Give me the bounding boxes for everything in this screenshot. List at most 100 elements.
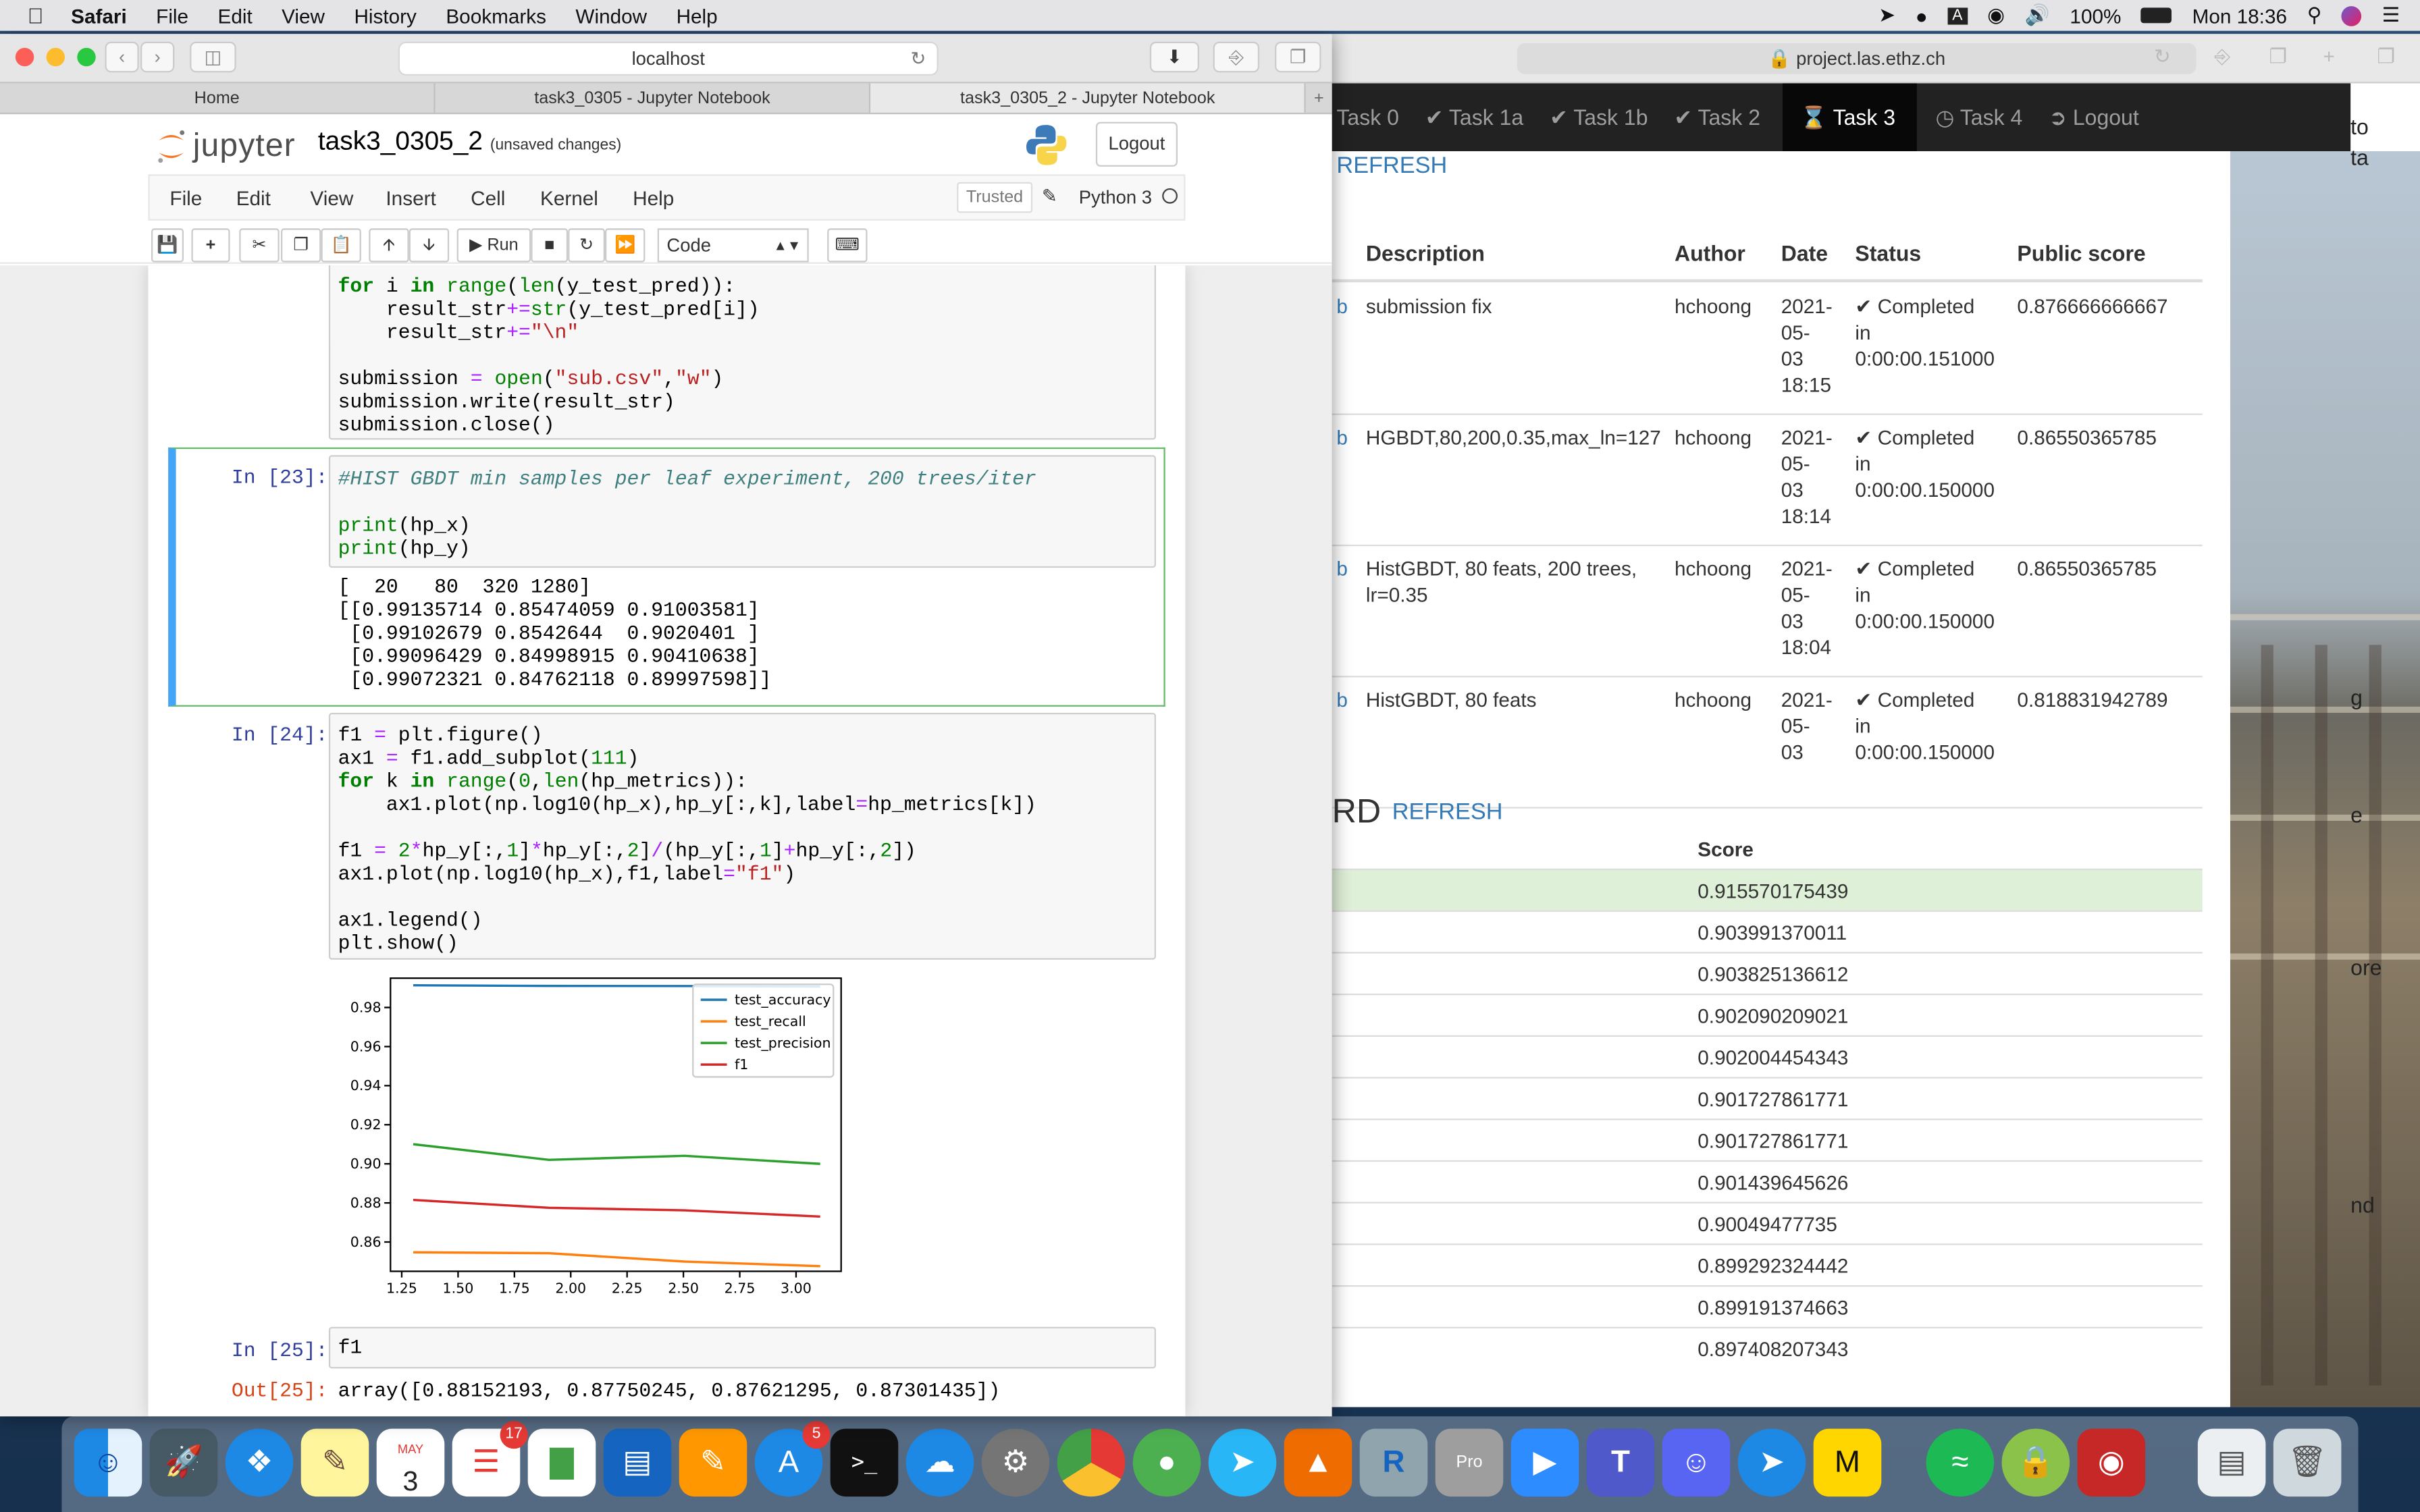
pro-app-icon[interactable]: Pro bbox=[1435, 1428, 1504, 1497]
restart-icon[interactable]: ↻ bbox=[568, 228, 606, 263]
copy-icon[interactable]: ❐ bbox=[281, 228, 321, 263]
jmenu-help[interactable]: Help bbox=[633, 187, 674, 210]
zoom-window-button[interactable] bbox=[77, 47, 96, 67]
tabs-overview-icon[interactable]: ❐ bbox=[2258, 45, 2298, 72]
nav-task-1b[interactable]: ✔ Task 1b bbox=[1545, 83, 1669, 151]
move-up-icon[interactable]: 🡩 bbox=[369, 228, 409, 263]
menu-history[interactable]: History bbox=[354, 4, 416, 27]
reload-icon[interactable]: ↻ bbox=[910, 43, 926, 76]
sidebar-toggle-icon[interactable]: ◫ bbox=[190, 41, 236, 73]
tab-task3-0305-2[interactable]: task3_0305_2 - Jupyter Notebook bbox=[870, 83, 1307, 113]
downloads-icon[interactable]: ⬇ bbox=[1149, 41, 1200, 73]
calendar-icon[interactable]: MAY 3 bbox=[376, 1428, 445, 1497]
messenger-icon[interactable]: ➤ bbox=[1737, 1428, 1806, 1497]
nav-task-0[interactable]: Task 0 bbox=[1332, 83, 1421, 151]
back-button[interactable]: ‹ bbox=[105, 41, 139, 73]
teams-icon[interactable]: T bbox=[1586, 1428, 1655, 1497]
insert-cell-icon[interactable]: + bbox=[191, 228, 230, 263]
battery-percentage[interactable]: 100% bbox=[2070, 4, 2121, 27]
telegram-status-icon[interactable]: ➤ bbox=[1878, 3, 1895, 28]
nav-task-1a[interactable]: ✔ Task 1a bbox=[1421, 83, 1545, 151]
nav-task-3[interactable]: ⌛ Task 3 bbox=[1782, 83, 1918, 152]
jmenu-kernel[interactable]: Kernel bbox=[540, 187, 598, 210]
trash-icon[interactable]: 🗑 bbox=[2273, 1428, 2342, 1497]
trusted-indicator[interactable]: Trusted bbox=[957, 182, 1032, 213]
share-icon[interactable]: ⎆ bbox=[1213, 41, 1260, 73]
submissions-refresh-link[interactable]: REFRESH bbox=[1336, 153, 1447, 179]
cell-23-input[interactable]: #HIST GBDT min samples per leaf experime… bbox=[328, 455, 1157, 568]
menu-file[interactable]: File bbox=[156, 4, 188, 27]
apple-menu-icon[interactable]:  bbox=[0, 3, 71, 28]
discord-icon[interactable]: ☺ bbox=[1662, 1428, 1731, 1497]
stop-icon[interactable]: ■ bbox=[531, 228, 569, 263]
zoom-icon[interactable]: ▶ bbox=[1510, 1428, 1579, 1497]
forward-button[interactable]: › bbox=[140, 41, 175, 73]
documents-folder-icon[interactable]: ▤ bbox=[2197, 1428, 2266, 1497]
jmenu-edit[interactable]: Edit bbox=[236, 187, 271, 210]
edit-pencil-icon[interactable]: ✎ bbox=[1042, 185, 1057, 207]
clock[interactable]: Mon 18:36 bbox=[2192, 4, 2287, 27]
spotlight-search-icon[interactable]: ⚲ bbox=[2307, 3, 2322, 28]
creative-cloud-status-icon[interactable]: ● bbox=[1916, 4, 1928, 27]
submission-link[interactable]: b bbox=[1336, 556, 1348, 582]
submission-link[interactable]: b bbox=[1336, 686, 1348, 713]
vpn-icon[interactable]: 🔒 bbox=[2001, 1428, 2070, 1497]
project-url-bar[interactable]: 🔒 project.las.ethz.ch bbox=[1517, 43, 2197, 74]
wifi-icon[interactable]: ◉ bbox=[1987, 3, 2005, 28]
jmenu-insert[interactable]: Insert bbox=[386, 187, 436, 210]
notebook-name[interactable]: task3_0305_2 bbox=[318, 126, 483, 155]
keyboard-shortcuts-icon[interactable]: ⌨ bbox=[827, 228, 868, 263]
input-source-icon[interactable]: A bbox=[1947, 7, 1968, 24]
menu-view[interactable]: View bbox=[282, 4, 325, 27]
menu-help[interactable]: Help bbox=[677, 4, 718, 27]
share-icon[interactable]: ⎆ bbox=[2203, 45, 2242, 72]
r-icon[interactable]: R bbox=[1359, 1428, 1428, 1497]
cut-icon[interactable]: ✂ bbox=[239, 228, 280, 263]
menu-window[interactable]: Window bbox=[575, 4, 647, 27]
finder-icon[interactable]: ☺ bbox=[74, 1428, 142, 1497]
photo-booth-icon[interactable]: ◉ bbox=[2077, 1428, 2146, 1497]
pages-icon[interactable]: ✎ bbox=[679, 1428, 747, 1497]
nav-logout[interactable]: ➲ Logout bbox=[2044, 83, 2160, 151]
numbers-icon[interactable]: ▇ bbox=[527, 1428, 596, 1497]
siri-icon[interactable] bbox=[2342, 5, 2362, 26]
tab-home[interactable]: Home bbox=[0, 83, 436, 113]
jupyter-logo[interactable]: jupyter bbox=[155, 124, 296, 170]
close-window-button[interactable] bbox=[15, 47, 34, 67]
submission-link[interactable]: b bbox=[1336, 425, 1348, 451]
keynote-icon[interactable]: ▤ bbox=[603, 1428, 672, 1497]
notebook-body[interactable]: for i in range(len(y_test_pred)): result… bbox=[0, 265, 1332, 1417]
leaderboard-refresh-link[interactable]: REFRESH bbox=[1392, 799, 1503, 826]
jmenu-cell[interactable]: Cell bbox=[471, 187, 505, 210]
move-down-icon[interactable]: 🡫 bbox=[409, 228, 450, 263]
launchpad-icon[interactable]: 🚀 bbox=[149, 1428, 218, 1497]
new-tab-button[interactable]: + bbox=[1306, 83, 1332, 112]
matlab-icon[interactable]: ▲ bbox=[1284, 1428, 1352, 1497]
cell-type-select[interactable]: Code ▲▼ bbox=[657, 228, 809, 263]
wechat-icon[interactable]: ● bbox=[1132, 1428, 1201, 1497]
address-bar[interactable]: localhost ↻ bbox=[398, 41, 939, 76]
spotify-icon[interactable]: ≈ bbox=[1926, 1428, 1995, 1497]
app-store-icon[interactable]: A5 bbox=[754, 1421, 831, 1497]
nav-task-2[interactable]: ✔ Task 2 bbox=[1670, 83, 1783, 151]
volume-icon[interactable]: 🔊 bbox=[2025, 3, 2050, 28]
safari-icon[interactable]: ❖ bbox=[225, 1428, 294, 1497]
fast-forward-icon[interactable]: ⏩ bbox=[605, 228, 646, 263]
submission-link[interactable]: b bbox=[1336, 293, 1348, 319]
window-overview-icon[interactable]: ❐ bbox=[2366, 45, 2406, 72]
jmenu-file[interactable]: File bbox=[169, 187, 202, 210]
save-icon[interactable]: 💾 bbox=[151, 228, 184, 263]
minimize-window-button[interactable] bbox=[46, 47, 65, 67]
menu-bookmarks[interactable]: Bookmarks bbox=[446, 4, 546, 27]
notification-center-icon[interactable]: ☰ bbox=[2382, 3, 2400, 28]
tab-overview-icon[interactable]: ❐ bbox=[1275, 41, 1321, 73]
chrome-icon[interactable] bbox=[1057, 1428, 1126, 1497]
battery-icon[interactable] bbox=[2141, 7, 2172, 24]
menu-edit[interactable]: Edit bbox=[218, 4, 253, 27]
new-tab-icon[interactable]: + bbox=[2309, 45, 2348, 72]
jmenu-view[interactable]: View bbox=[310, 187, 353, 210]
miro-icon[interactable]: M bbox=[1813, 1428, 1882, 1497]
download-icon[interactable] bbox=[2145, 45, 2185, 72]
notebook-title[interactable]: task3_0305_2 (unsaved changes) bbox=[318, 126, 621, 157]
tab-task3-0305[interactable]: task3_0305 - Jupyter Notebook bbox=[436, 83, 871, 113]
